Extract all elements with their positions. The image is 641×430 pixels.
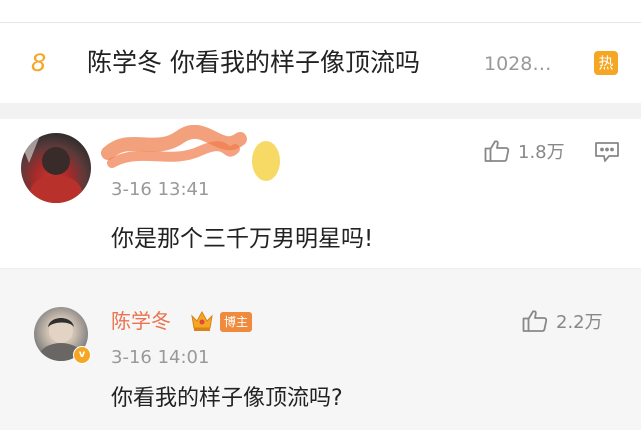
reply-timestamp: 3-16 14:01 [111,347,210,368]
thumbs-up-icon [484,139,510,163]
reply-like-count: 2.2万 [556,312,603,333]
commenter-avatar[interactable] [21,133,91,203]
commenter-name-redacted [100,125,290,185]
comment-like-button[interactable]: 1.8万 [484,138,565,164]
comment-icon[interactable] [594,141,620,163]
verified-badge-icon: v [73,346,91,364]
hot-search-count: 1028… [484,53,552,75]
comment-timestamp: 3-16 13:41 [111,179,210,200]
hot-badge: 热 [594,51,618,75]
thumbs-up-icon [522,309,548,333]
reply-like-button[interactable]: 2.2万 [522,308,603,334]
comment-text: 你是那个三千万男明星吗! [111,226,374,252]
reply-text: 你看我的样子像顶流吗? [111,386,343,411]
hot-search-title[interactable]: 陈学冬 你看我的样子像顶流吗 [87,46,420,80]
hot-search-rank: 8 [31,49,47,77]
top-divider-strip [0,0,641,23]
crown-icon [189,308,215,332]
comment-like-count: 1.8万 [518,142,565,163]
author-badge: 博主 [220,312,253,332]
author-name[interactable]: 陈学冬 [111,307,171,335]
